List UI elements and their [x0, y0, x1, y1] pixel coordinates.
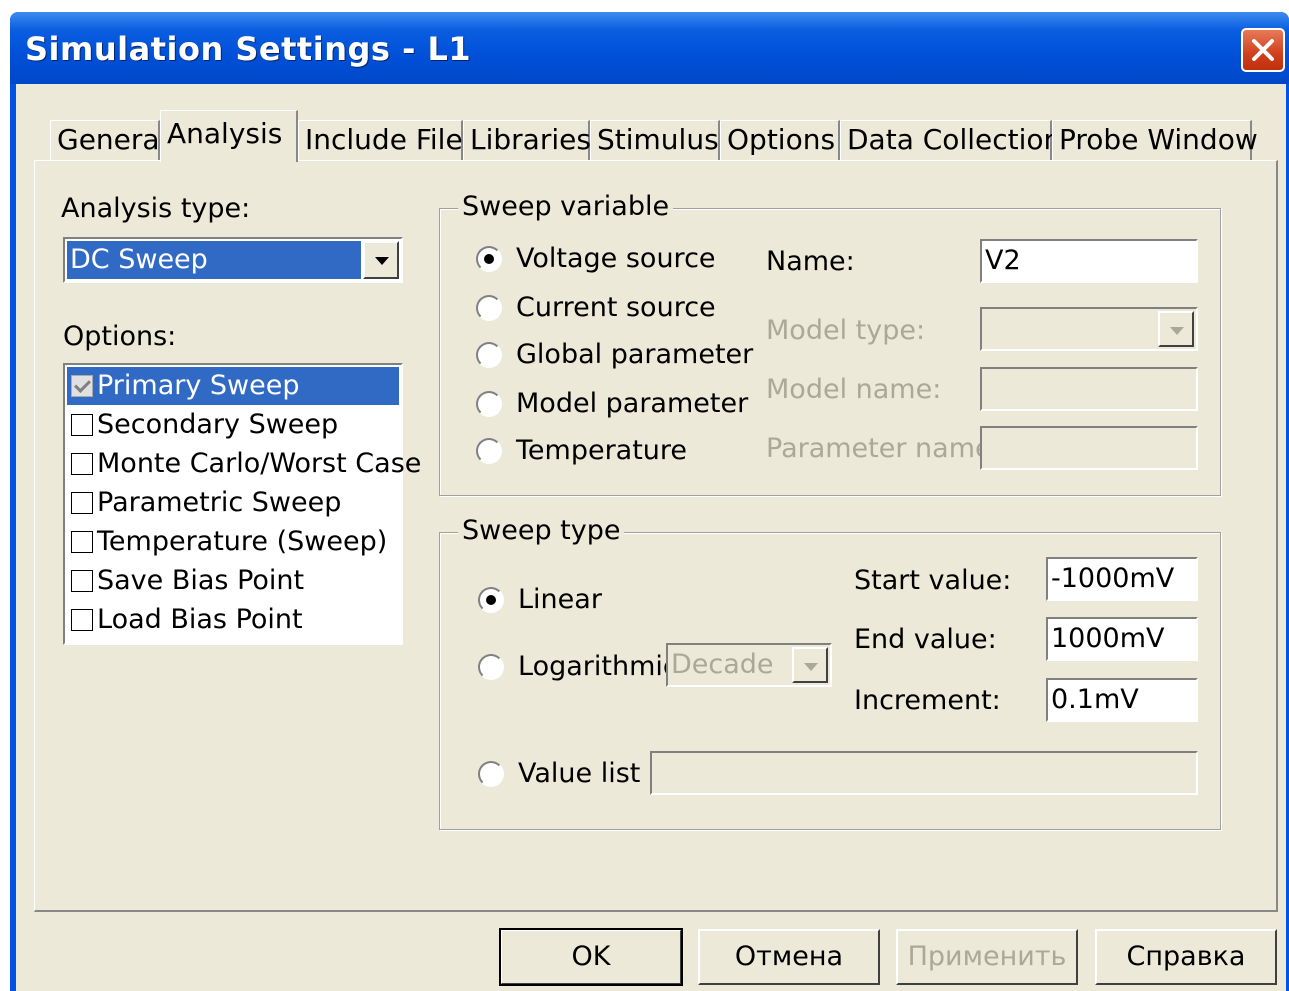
temperature-radio[interactable]: [476, 438, 502, 464]
parameter-name-label: Parameter name:: [766, 433, 1001, 464]
options-label: Options:: [63, 321, 177, 352]
checkbox-icon[interactable]: [71, 570, 93, 592]
close-icon: [1252, 39, 1274, 61]
dialog-client: General Analysis Include Files Libraries…: [16, 84, 1286, 991]
sweep-type-title: Sweep type: [458, 515, 625, 546]
list-item[interactable]: Load Bias Point: [67, 601, 399, 639]
chevron-down-icon[interactable]: [363, 241, 399, 279]
global-parameter-label[interactable]: Global parameter: [516, 339, 753, 370]
checkbox-icon[interactable]: [71, 609, 93, 631]
value-list-field: [650, 751, 1198, 795]
model-type-select: [980, 307, 1198, 351]
value-list-label[interactable]: Value list: [518, 758, 640, 789]
tab-probe-window[interactable]: Probe Window: [1052, 120, 1258, 160]
window-title: Simulation Settings - L1: [25, 30, 472, 68]
list-item[interactable]: Temperature (Sweep): [67, 523, 399, 561]
increment-label: Increment:: [854, 685, 1001, 716]
sweep-variable-group: Sweep variable Voltage source Current so…: [439, 191, 1221, 496]
tab-options[interactable]: Options: [720, 120, 840, 160]
sweep-type-group: Sweep type Linear Logarithmic Decade Val…: [439, 515, 1221, 830]
global-parameter-radio[interactable]: [476, 342, 502, 368]
tab-libraries[interactable]: Libraries: [463, 120, 591, 160]
voltage-source-label[interactable]: Voltage source: [516, 243, 716, 274]
list-item[interactable]: Secondary Sweep: [67, 406, 399, 444]
ok-button[interactable]: OK: [499, 928, 683, 986]
tab-include-files[interactable]: Include Files: [298, 120, 477, 160]
current-source-radio[interactable]: [476, 295, 502, 321]
checkbox-icon[interactable]: [71, 414, 93, 436]
end-value-field[interactable]: 1000mV: [1046, 617, 1198, 661]
tab-general[interactable]: General: [50, 120, 167, 160]
list-item[interactable]: Save Bias Point: [67, 562, 399, 600]
name-field[interactable]: V2: [980, 239, 1198, 283]
model-type-label: Model type:: [766, 315, 926, 346]
close-button[interactable]: [1241, 28, 1285, 72]
checkbox-icon[interactable]: [71, 531, 93, 553]
chevron-down-icon: [792, 647, 828, 683]
cancel-button[interactable]: Отмена: [698, 929, 880, 985]
analysis-panel: Analysis type: DC Sweep Options: Primary…: [34, 160, 1278, 912]
help-button[interactable]: Справка: [1095, 929, 1277, 985]
checkbox-checked-icon[interactable]: [71, 375, 93, 397]
name-label: Name:: [766, 246, 855, 277]
model-name-field: [980, 367, 1198, 411]
start-value-field[interactable]: -1000mV: [1046, 557, 1198, 601]
checkbox-icon[interactable]: [71, 492, 93, 514]
options-listbox[interactable]: Primary Sweep Secondary Sweep Monte Carl…: [63, 363, 421, 645]
sweep-variable-title: Sweep variable: [458, 191, 674, 222]
analysis-type-label: Analysis type:: [61, 193, 251, 224]
analysis-type-select[interactable]: DC Sweep: [63, 237, 403, 283]
analysis-type-value: DC Sweep: [67, 241, 361, 279]
title-bar[interactable]: Simulation Settings - L1: [10, 12, 1289, 84]
parameter-name-field: [980, 426, 1198, 470]
temperature-label[interactable]: Temperature: [516, 435, 687, 466]
tab-stimulus[interactable]: Stimulus: [590, 120, 720, 160]
dialog-window: Simulation Settings - L1 General Analysi…: [10, 12, 1289, 991]
checkbox-icon[interactable]: [71, 453, 93, 475]
model-parameter-label[interactable]: Model parameter: [516, 388, 748, 419]
end-value-label: End value:: [854, 624, 997, 655]
model-name-label: Model name:: [766, 374, 942, 405]
chevron-down-icon: [1158, 311, 1194, 347]
linear-label[interactable]: Linear: [518, 584, 602, 615]
voltage-source-radio[interactable]: [476, 246, 502, 272]
list-item[interactable]: Parametric Sweep: [67, 484, 399, 522]
current-source-label[interactable]: Current source: [516, 292, 716, 323]
model-parameter-radio[interactable]: [476, 391, 502, 417]
increment-field[interactable]: 0.1mV: [1046, 678, 1198, 722]
logarithmic-label[interactable]: Logarithmic: [518, 651, 678, 682]
list-item[interactable]: Monte Carlo/Worst Case: [67, 445, 421, 483]
value-list-radio[interactable]: [478, 761, 504, 787]
tab-data-collection[interactable]: Data Collection: [840, 120, 1061, 160]
apply-button: Применить: [896, 929, 1078, 985]
list-item[interactable]: Primary Sweep: [67, 367, 399, 405]
tab-analysis[interactable]: Analysis: [160, 110, 298, 162]
linear-radio[interactable]: [478, 587, 504, 613]
log-scale-select: Decade: [666, 643, 832, 687]
start-value-label: Start value:: [854, 565, 1012, 596]
logarithmic-radio[interactable]: [478, 654, 504, 680]
